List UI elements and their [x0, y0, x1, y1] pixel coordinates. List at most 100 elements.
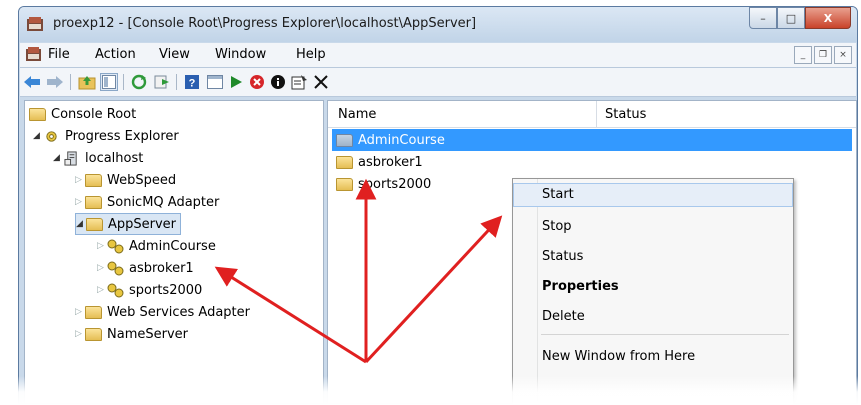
list-row-sports2000[interactable]: sports2000	[332, 173, 431, 195]
expanded-triangle-icon[interactable]: ◢	[33, 131, 43, 141]
context-menu: Start Stop Status Properties Delete New …	[512, 178, 794, 405]
back-icon[interactable]	[23, 73, 41, 91]
gear-icon	[46, 130, 57, 142]
tree-node-label: NameServer	[107, 326, 188, 342]
close-button[interactable]: X	[805, 7, 851, 29]
list-row-label: asbroker1	[358, 154, 423, 170]
menu-item-status[interactable]: Status	[542, 249, 583, 264]
tree-node-label: localhost	[85, 150, 144, 166]
up-folder-icon[interactable]	[78, 73, 96, 91]
menu-item-properties[interactable]: Properties	[542, 279, 619, 294]
toolbar-separator	[70, 74, 71, 90]
collapsed-triangle-icon[interactable]: ▷	[97, 241, 107, 251]
tree-node-progress-explorer[interactable]: ◢ Progress Explorer	[33, 125, 179, 147]
tree-node-appserver[interactable]: ◢ AppServer	[75, 213, 182, 235]
show-tree-icon[interactable]	[100, 73, 118, 91]
tree-node-sonicmq-adapter[interactable]: ▷ SonicMQ Adapter	[75, 191, 219, 213]
delete-icon[interactable]	[312, 73, 330, 91]
mdi-minimize-button[interactable]: _	[794, 46, 812, 64]
svg-text:?: ?	[189, 78, 196, 90]
collapsed-triangle-icon[interactable]: ▷	[75, 175, 85, 185]
broker-gears-icon	[107, 239, 124, 253]
maximize-button[interactable]: □	[777, 7, 805, 29]
tree-node-localhost[interactable]: ◢ localhost	[53, 147, 143, 169]
expanded-triangle-icon[interactable]: ◢	[53, 153, 63, 163]
tree-node-webspeed[interactable]: ▷ WebSpeed	[75, 169, 176, 191]
tree-node-asbroker1[interactable]: ▷ asbroker1	[97, 257, 194, 279]
help-icon[interactable]: ?	[183, 73, 201, 91]
mdi-restore-button[interactable]: ❐	[814, 46, 832, 64]
tree-node-label: sports2000	[129, 282, 203, 298]
menu-action[interactable]: Action	[95, 47, 136, 62]
tree-node-label: Progress Explorer	[65, 128, 179, 144]
folder-icon	[85, 195, 102, 209]
tree-node-sports2000[interactable]: ▷ sports2000	[97, 279, 202, 301]
folder-icon	[29, 107, 46, 121]
document-icon[interactable]	[26, 47, 42, 62]
folder-icon	[85, 305, 102, 319]
start-icon[interactable]	[227, 73, 245, 91]
folder-icon	[86, 217, 103, 231]
toolbar: ?	[20, 68, 856, 97]
menu-item-delete[interactable]: Delete	[542, 309, 585, 324]
console-icon[interactable]	[206, 73, 224, 91]
bottom-fade-overlay	[0, 376, 861, 405]
collapsed-triangle-icon[interactable]: ▷	[97, 285, 107, 295]
tree-node-web-services-adapter[interactable]: ▷ Web Services Adapter	[75, 301, 250, 323]
menu-bar: File Action View Window Help _ ❐ ×	[20, 43, 856, 68]
folder-icon	[85, 173, 102, 187]
column-header-status[interactable]: Status	[605, 107, 646, 122]
collapsed-triangle-icon[interactable]: ▷	[75, 197, 85, 207]
info-icon[interactable]	[269, 73, 287, 91]
folder-icon	[336, 155, 353, 169]
list-row-label: sports2000	[358, 176, 432, 192]
mdi-close-button[interactable]: ×	[834, 46, 852, 64]
menu-view[interactable]: View	[159, 47, 190, 62]
properties-icon[interactable]	[290, 73, 308, 91]
toolbar-separator	[123, 74, 124, 90]
collapsed-triangle-icon[interactable]: ▷	[75, 329, 85, 339]
tree-node-label: SonicMQ Adapter	[107, 194, 220, 210]
list-row-label: AdminCourse	[358, 132, 445, 148]
window-title: proexp12 - [Console Root\Progress Explor…	[53, 16, 477, 31]
app-icon	[27, 17, 43, 31]
server-icon	[64, 150, 77, 166]
tree-node-label: AppServer	[108, 216, 177, 232]
menu-item-stop[interactable]: Stop	[542, 219, 572, 234]
menu-file[interactable]: File	[48, 47, 70, 62]
collapsed-triangle-icon[interactable]: ▷	[75, 307, 85, 317]
folder-icon	[336, 177, 353, 191]
tree-node-label: AdminCourse	[129, 238, 216, 254]
tree-node-label: Console Root	[51, 106, 137, 122]
menu-window[interactable]: Window	[215, 47, 266, 62]
title-bar[interactable]: proexp12 - [Console Root\Progress Explor…	[19, 7, 857, 42]
expanded-triangle-icon[interactable]: ◢	[76, 219, 86, 229]
caption-buttons: – □ X	[749, 7, 851, 29]
tree-node-nameserver[interactable]: ▷ NameServer	[75, 323, 188, 345]
minimize-button[interactable]: –	[749, 7, 777, 29]
refresh-icon[interactable]	[130, 73, 148, 91]
tree-node-console-root[interactable]: Console Root	[29, 103, 136, 125]
list-row-admincourse[interactable]: AdminCourse	[332, 129, 852, 151]
stop-icon[interactable]	[248, 73, 266, 91]
tree-node-admincourse[interactable]: ▷ AdminCourse	[97, 235, 216, 257]
column-divider[interactable]	[596, 101, 597, 127]
broker-gears-icon	[107, 261, 124, 275]
menu-help[interactable]: Help	[296, 47, 326, 62]
tree-node-label: asbroker1	[129, 260, 194, 276]
menu-item-new-window[interactable]: New Window from Here	[542, 349, 695, 364]
console-tree-pane[interactable]: Console Root ◢ Progress Explorer ◢ local…	[24, 100, 324, 403]
list-row-asbroker1[interactable]: asbroker1	[332, 151, 423, 173]
broker-gears-icon	[107, 283, 124, 297]
collapsed-triangle-icon[interactable]: ▷	[97, 263, 107, 273]
menu-separator	[541, 334, 789, 335]
folder-icon	[85, 327, 102, 341]
tree-node-label: Web Services Adapter	[107, 304, 250, 320]
column-header-name[interactable]: Name	[338, 107, 376, 122]
list-header: Name Status	[328, 101, 856, 128]
menu-item-start[interactable]: Start	[513, 183, 793, 207]
menu-gutter	[537, 179, 538, 404]
forward-icon[interactable]	[46, 73, 64, 91]
export-icon[interactable]	[153, 73, 171, 91]
tree-node-label: WebSpeed	[107, 172, 177, 188]
